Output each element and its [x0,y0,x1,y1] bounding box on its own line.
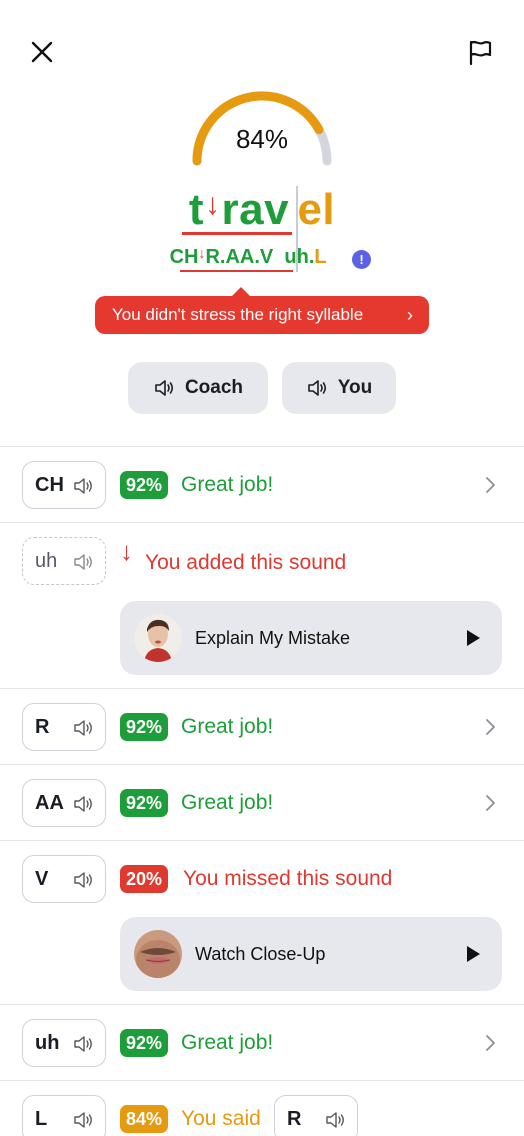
score-percent: 84% [235,124,289,154]
status-text: Great job! [181,473,274,496]
info-icon[interactable]: ! [352,250,371,269]
play-icon [467,946,480,962]
status-text: Great job! [181,715,274,738]
play-icon [467,630,480,646]
speaker-icon [307,380,326,396]
coach-avatar [134,614,182,662]
watch-closeup-button[interactable]: Watch Close-Up [120,917,502,991]
phonetic-ch: CH [169,246,199,268]
stress-feedback-tooltip[interactable]: You didn't stress the right syllable › [95,287,429,334]
you-label: You [337,377,373,398]
speaker-icon [155,380,174,396]
score-badge: 84% [120,1105,169,1133]
added-arrow-icon: ↓ [120,536,133,566]
said-phoneme-chip[interactable]: R [274,1095,358,1136]
phoneme-chip[interactable]: L [22,1095,106,1136]
chevron-right-icon[interactable] [482,1033,498,1053]
you-audio-button[interactable]: You [282,362,396,414]
score-badge: 20% [120,865,169,893]
phonetic-stress-arrow-icon: ↓ [198,245,206,261]
phonetic-l: L [314,246,327,268]
chevron-right-icon[interactable] [482,793,498,813]
speaker-icon [74,1036,92,1052]
phoneme-label: V [35,867,49,890]
phoneme-label: uh [35,1031,60,1054]
top-bar [0,0,524,100]
word-syllable-2: el [297,185,336,234]
phoneme-chip[interactable]: R [22,703,106,751]
phoneme-label: CH [35,473,64,496]
status-text: You said [181,1107,261,1130]
said-phoneme-label: R [287,1107,302,1130]
card-label: Explain My Mistake [195,628,351,648]
word-letter-t: t [188,185,204,234]
card-label: Watch Close-Up [195,944,326,964]
phoneme-row-l[interactable]: L 84% You said R [0,1080,524,1136]
speaker-icon [74,796,92,812]
syllable-underline [182,232,292,235]
score-badge: 92% [120,1029,169,1057]
explain-mistake-button[interactable]: Explain My Mistake [120,601,502,675]
tooltip-text: You didn't stress the right syllable [112,305,364,324]
score-badge: 92% [120,471,169,499]
coach-label: Coach [184,377,244,398]
phoneme-chip[interactable]: AA [22,779,106,827]
phoneme-label: AA [35,791,64,814]
phoneme-row-r[interactable]: R 92% Great job! [0,688,524,764]
phoneme-chip[interactable]: V [22,855,106,903]
phoneme-label: L [35,1107,48,1130]
phoneme-chip[interactable]: uh [22,537,106,585]
speaker-icon [74,478,92,494]
phoneme-row-uh-added: uh ↓ You added this sound Explain My Mis… [0,522,524,688]
phonetic-transcription: CH↓R.AA.V uh.L [0,245,524,269]
phoneme-chip[interactable]: uh [22,1019,106,1067]
chevron-right-icon[interactable] [482,475,498,495]
stress-arrow-icon: ↓ [205,188,221,221]
status-text: Great job! [181,1031,274,1054]
speaker-icon [326,1112,344,1128]
speaker-icon [74,554,92,570]
phonetic-underline [180,270,293,272]
status-text: You added this sound [145,551,347,574]
phonetic-uh: uh. [284,246,315,268]
status-text: You missed this sound [183,867,393,890]
score-badge: 92% [120,713,169,741]
phoneme-row-ch[interactable]: CH 92% Great job! [0,446,524,522]
speaker-icon [74,720,92,736]
flag-icon[interactable] [464,36,496,68]
score-badge: 92% [120,789,169,817]
coach-audio-button[interactable]: Coach [128,362,268,414]
speaker-icon [74,1112,92,1128]
phonetic-syllable-1: R.AA.V [205,246,274,268]
phoneme-row-aa[interactable]: AA 92% Great job! [0,764,524,840]
status-text: Great job! [181,791,274,814]
speaker-icon [74,872,92,888]
chevron-right-icon: › [407,305,413,325]
word-syllable-1: rav [221,185,290,234]
close-icon[interactable] [26,36,58,68]
chevron-right-icon[interactable] [482,717,498,737]
phoneme-label: R [35,715,50,738]
phoneme-row-uh[interactable]: uh 92% Great job! [0,1004,524,1080]
closeup-avatar [134,930,182,978]
phoneme-label: uh [35,549,58,572]
phoneme-chip[interactable]: CH [22,461,106,509]
phoneme-row-v: V 20% You missed this sound Watch Close-… [0,840,524,1004]
